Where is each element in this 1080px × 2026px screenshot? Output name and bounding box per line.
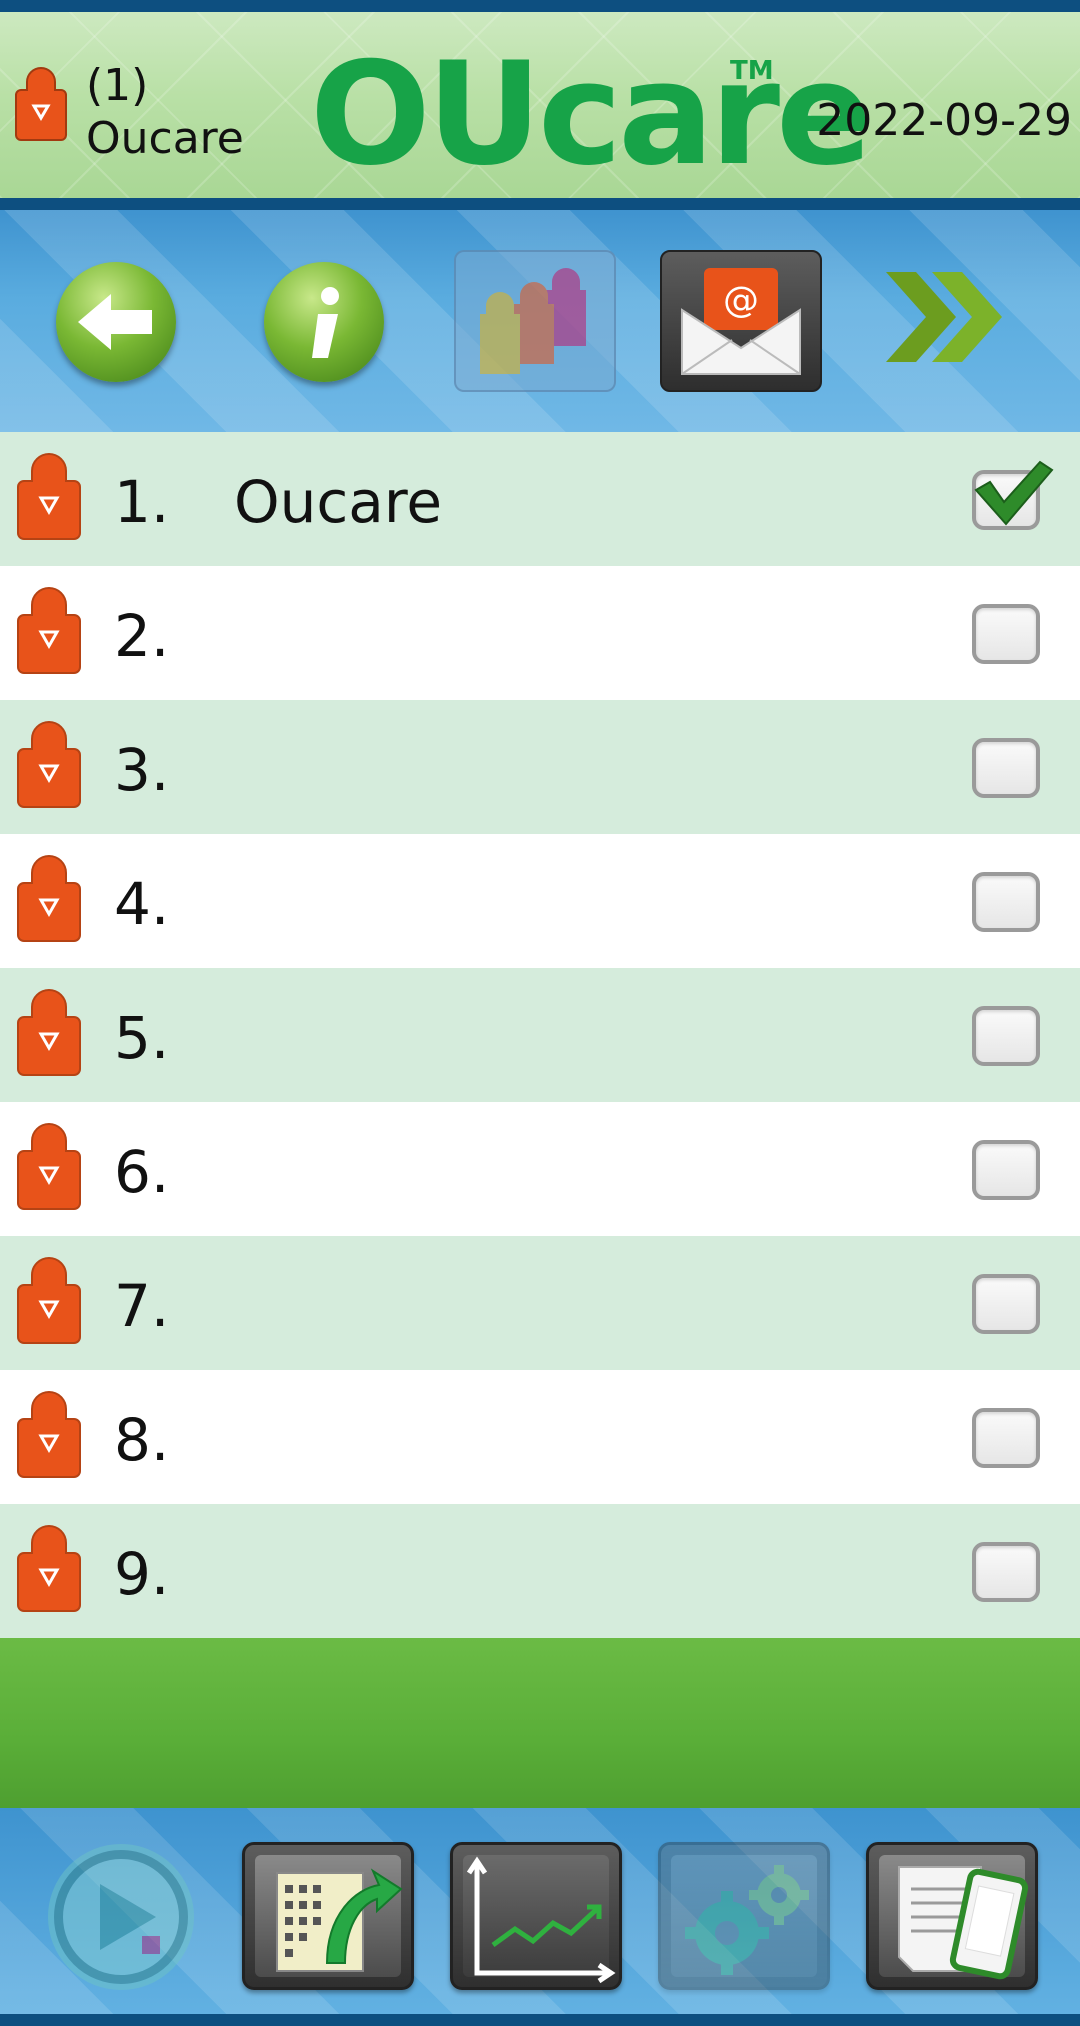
user-icon xyxy=(17,452,81,540)
user-row-8[interactable]: 8. xyxy=(0,1370,1080,1504)
user-icon xyxy=(17,1256,81,1344)
user-checkbox[interactable] xyxy=(972,1408,1040,1468)
checkmark-icon xyxy=(974,460,1054,526)
logo-trademark: TM xyxy=(730,56,774,86)
user-checkbox[interactable] xyxy=(972,1140,1040,1200)
user-icon xyxy=(17,988,81,1076)
user-name: Oucare xyxy=(234,468,443,536)
user-checkbox[interactable] xyxy=(972,604,1040,664)
user-row-3[interactable]: 3. xyxy=(0,700,1080,834)
user-icon xyxy=(17,586,81,674)
user-checkbox[interactable] xyxy=(972,1542,1040,1602)
email-button[interactable]: @ xyxy=(660,250,822,392)
phone-document-icon xyxy=(898,1866,1029,1980)
current-date: 2022-09-29 xyxy=(816,95,1072,146)
user-number: 8. xyxy=(114,1406,170,1474)
user-number: 9. xyxy=(114,1540,170,1608)
user-checkbox[interactable] xyxy=(972,738,1040,798)
user-row-9[interactable]: 9. xyxy=(0,1504,1080,1638)
user-number: 3. xyxy=(114,736,170,804)
empty-content-area xyxy=(0,1638,1080,1808)
user-checkbox[interactable] xyxy=(972,1006,1040,1066)
user-row-2[interactable]: 2. xyxy=(0,566,1080,700)
user-icon xyxy=(17,720,81,808)
user-icon xyxy=(15,66,67,141)
phone-report-button[interactable] xyxy=(866,1842,1038,1990)
user-number: 6. xyxy=(114,1138,170,1206)
bottom-toolbar xyxy=(0,1808,1080,2014)
user-row-1[interactable]: 1. Oucare xyxy=(0,432,1080,566)
data-transfer-icon xyxy=(276,1868,403,1972)
data-transfer-button[interactable] xyxy=(242,1842,414,1990)
user-icon xyxy=(17,1390,81,1478)
user-number: 5. xyxy=(114,1004,170,1072)
top-toolbar: @ xyxy=(0,210,1080,432)
multi-user-button[interactable] xyxy=(454,250,616,392)
back-button[interactable] xyxy=(56,262,176,382)
oucare-logo: OUcare xyxy=(310,32,872,197)
user-number: 7. xyxy=(114,1272,170,1340)
user-list: 1. Oucare 2. 3. 4. 5. 6. 7. 8. 9. xyxy=(0,432,1080,1638)
user-checkbox[interactable] xyxy=(972,872,1040,932)
user-row-5[interactable]: 5. xyxy=(0,968,1080,1102)
settings-button[interactable] xyxy=(658,1842,830,1990)
info-button[interactable] xyxy=(264,262,384,382)
user-number: 2. xyxy=(114,602,170,670)
current-user-name: Oucare xyxy=(86,113,244,164)
info-icon xyxy=(312,287,339,358)
bottom-frame-edge xyxy=(0,2014,1080,2026)
line-chart-icon xyxy=(466,1856,616,1984)
user-icon xyxy=(17,1122,81,1210)
user-number: 1. xyxy=(114,468,170,536)
app-header: (1) Oucare OUcare TM 2022-09-29 xyxy=(0,0,1080,210)
current-user-number: (1) xyxy=(86,60,149,111)
user-row-7[interactable]: 7. xyxy=(0,1236,1080,1370)
user-checkbox[interactable] xyxy=(972,1274,1040,1334)
multi-user-icon xyxy=(480,268,586,374)
double-chevron-right-icon xyxy=(886,272,1002,362)
play-icon xyxy=(48,1844,194,1990)
email-icon: @ xyxy=(681,268,801,375)
play-button[interactable] xyxy=(46,1842,196,1992)
user-icon xyxy=(17,1524,81,1612)
gears-icon xyxy=(685,1865,809,1975)
next-button[interactable] xyxy=(880,262,1010,372)
user-row-4[interactable]: 4. xyxy=(0,834,1080,968)
user-row-6[interactable]: 6. xyxy=(0,1102,1080,1236)
user-number: 4. xyxy=(114,870,170,938)
user-icon xyxy=(17,854,81,942)
back-arrow-icon xyxy=(78,294,152,350)
svg-text:@: @ xyxy=(723,280,759,321)
chart-button[interactable] xyxy=(450,1842,622,1990)
